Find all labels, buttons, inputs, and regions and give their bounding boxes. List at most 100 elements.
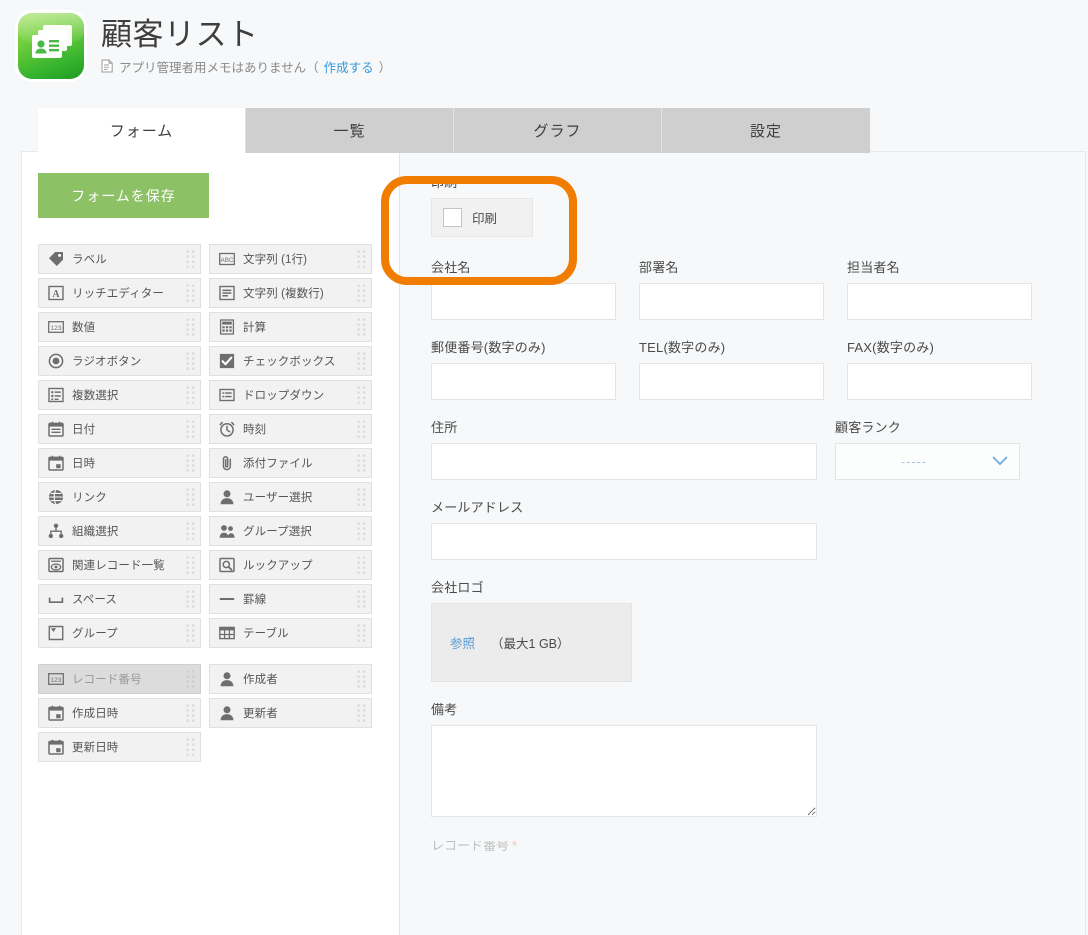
drag-handle-icon[interactable] xyxy=(185,385,196,405)
palette-item[interactable]: 罫線 xyxy=(209,584,372,614)
drag-handle-icon[interactable] xyxy=(185,283,196,303)
browse-file-link[interactable]: 参照 xyxy=(450,633,475,652)
print-checkbox[interactable] xyxy=(443,208,462,227)
palette-item[interactable]: ABC 文字列 (1行) xyxy=(209,244,372,274)
palette-item[interactable]: 時刻 xyxy=(209,414,372,444)
drag-handle-icon[interactable] xyxy=(356,283,367,303)
fax-input[interactable] xyxy=(847,363,1032,400)
drag-handle-icon[interactable] xyxy=(185,351,196,371)
svg-text:A: A xyxy=(52,289,60,300)
remarks-textarea[interactable] xyxy=(431,725,817,817)
drag-handle-icon[interactable] xyxy=(356,453,367,473)
palette-item[interactable]: グループ xyxy=(38,618,201,648)
palette-item[interactable]: ドロップダウン xyxy=(209,380,372,410)
palette-item[interactable]: 文字列 (複数行) xyxy=(209,278,372,308)
palette-item[interactable]: 添付ファイル xyxy=(209,448,372,478)
department-input[interactable] xyxy=(639,283,824,320)
tab-2[interactable]: 一覧 xyxy=(246,108,454,153)
admin-memo-text: アプリ管理者用メモはありません（ xyxy=(119,61,319,75)
drag-handle-icon[interactable] xyxy=(185,737,196,757)
contact-person-input[interactable] xyxy=(847,283,1032,320)
palette-item[interactable]: 日付 xyxy=(38,414,201,444)
palette-item[interactable]: 123 レコード番号 xyxy=(38,664,201,694)
svg-text:ABC: ABC xyxy=(221,257,234,264)
palette-item[interactable]: 計算 xyxy=(209,312,372,342)
drag-handle-icon[interactable] xyxy=(185,521,196,541)
save-form-button[interactable]: フォームを保存 xyxy=(38,173,209,218)
palette-item[interactable]: 作成者 xyxy=(209,664,372,694)
palette-item-label: 計算 xyxy=(243,322,267,334)
postal-code-input[interactable] xyxy=(431,363,616,400)
drag-handle-icon[interactable] xyxy=(356,249,367,269)
palette-item[interactable]: ラベル xyxy=(38,244,201,274)
drag-handle-icon[interactable] xyxy=(185,703,196,723)
drag-handle-icon[interactable] xyxy=(356,385,367,405)
palette-item[interactable]: テーブル xyxy=(209,618,372,648)
drag-handle-icon[interactable] xyxy=(185,669,196,689)
app-header: 顧客リスト アプリ管理者用メモはありません（ 作成する ） xyxy=(0,0,1088,100)
company-logo-label: 会社ロゴ xyxy=(431,580,484,595)
remarks-label: 備考 xyxy=(431,702,458,717)
space-icon xyxy=(47,590,65,608)
drag-handle-icon[interactable] xyxy=(356,317,367,337)
palette-item-label: 日付 xyxy=(72,424,96,436)
company-name-label: 会社名 xyxy=(431,260,471,275)
customer-rank-dropdown[interactable]: ----- xyxy=(835,443,1020,480)
palette-item[interactable]: ユーザー選択 xyxy=(209,482,372,512)
user-icon xyxy=(218,704,236,722)
drag-handle-icon[interactable] xyxy=(356,703,367,723)
drag-handle-icon[interactable] xyxy=(356,623,367,643)
palette-item[interactable]: 日時 xyxy=(38,448,201,478)
palette-item[interactable]: 123 数値 xyxy=(38,312,201,342)
drag-handle-icon[interactable] xyxy=(185,249,196,269)
palette-item[interactable]: 更新者 xyxy=(209,698,372,728)
address-label: 住所 xyxy=(431,420,458,435)
palette-item[interactable]: グループ選択 xyxy=(209,516,372,546)
tab-1[interactable]: フォーム xyxy=(38,108,246,153)
address-input[interactable] xyxy=(431,443,817,480)
email-input[interactable] xyxy=(431,523,817,560)
drag-handle-icon[interactable] xyxy=(356,589,367,609)
multi-select-icon xyxy=(47,386,65,404)
drag-handle-icon[interactable] xyxy=(356,669,367,689)
palette-item[interactable]: 更新日時 xyxy=(38,732,201,762)
number-123-icon: 123 xyxy=(47,670,65,688)
main-tab-bar: フォーム 一覧 グラフ 設定 xyxy=(38,108,872,153)
table-icon xyxy=(218,624,236,642)
drag-handle-icon[interactable] xyxy=(185,589,196,609)
drag-handle-icon[interactable] xyxy=(185,555,196,575)
palette-item[interactable]: A リッチエディター xyxy=(38,278,201,308)
palette-item[interactable]: ルックアップ xyxy=(209,550,372,580)
drag-handle-icon[interactable] xyxy=(356,419,367,439)
clock-icon xyxy=(218,420,236,438)
radio-button-icon xyxy=(47,352,65,370)
palette-item-label: 作成者 xyxy=(243,674,278,686)
drag-handle-icon[interactable] xyxy=(356,351,367,371)
palette-item[interactable]: リンク xyxy=(38,482,201,512)
create-memo-link[interactable]: 作成する xyxy=(324,60,374,76)
palette-item-label: ラベル xyxy=(72,254,107,266)
drag-handle-icon[interactable] xyxy=(356,555,367,575)
palette-item[interactable]: 関連レコード一覧 xyxy=(38,550,201,580)
palette-item[interactable]: 組織選択 xyxy=(38,516,201,546)
palette-item[interactable]: 作成日時 xyxy=(38,698,201,728)
drag-handle-icon[interactable] xyxy=(356,521,367,541)
tel-input[interactable] xyxy=(639,363,824,400)
print-checkbox-field[interactable]: 印刷 xyxy=(431,198,533,237)
drag-handle-icon[interactable] xyxy=(185,317,196,337)
palette-item[interactable]: 複数選択 xyxy=(38,380,201,410)
palette-item[interactable]: スペース xyxy=(38,584,201,614)
drag-handle-icon[interactable] xyxy=(356,487,367,507)
drag-handle-icon[interactable] xyxy=(185,453,196,473)
palette-item[interactable]: ラジオボタン xyxy=(38,346,201,376)
tab-4[interactable]: 設定 xyxy=(662,108,870,153)
palette-system-field-grid: 123 レコード番号 作成者作成日時 更新者 更新日時 xyxy=(38,664,399,762)
tab-3[interactable]: グラフ xyxy=(454,108,662,153)
drag-handle-icon[interactable] xyxy=(185,419,196,439)
print-field-group: 印刷 印刷 xyxy=(431,174,1085,237)
company-name-input[interactable] xyxy=(431,283,616,320)
drag-handle-icon[interactable] xyxy=(185,487,196,507)
company-logo-upload-box[interactable]: 参照 （最大1 GB） xyxy=(431,603,632,682)
palette-item[interactable]: チェックボックス xyxy=(209,346,372,376)
drag-handle-icon[interactable] xyxy=(185,623,196,643)
